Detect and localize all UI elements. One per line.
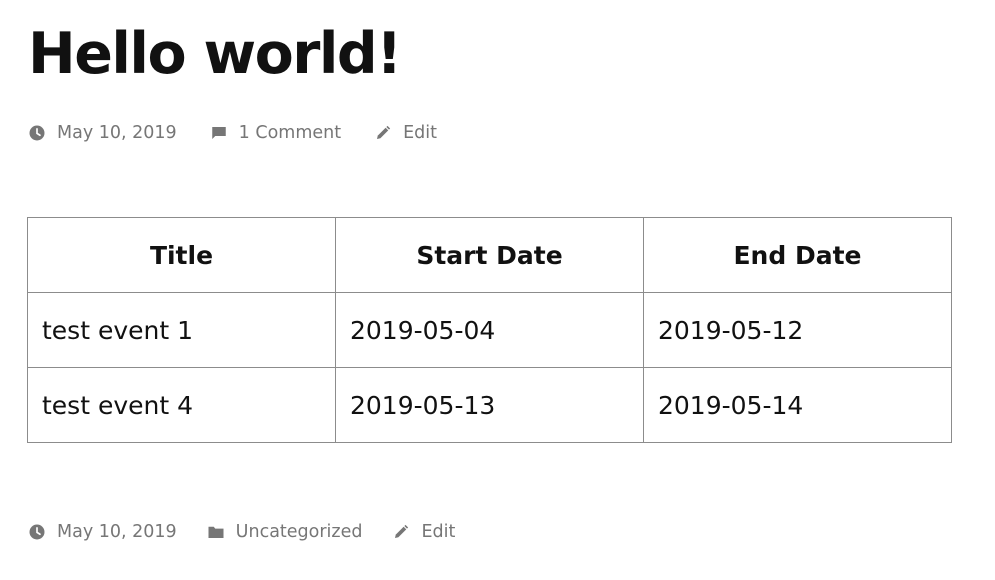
post-edit: Edit	[374, 123, 437, 143]
cell-end-date: 2019-05-14	[643, 367, 952, 443]
post-category: Uncategorized	[207, 522, 363, 542]
table-row: test event 1 2019-05-04 2019-05-12	[27, 292, 952, 368]
header-title: Title	[27, 217, 336, 293]
folder-icon	[207, 523, 225, 541]
cell-start-date: 2019-05-04	[335, 292, 644, 368]
post-edit: Edit	[392, 522, 455, 542]
comments-link[interactable]: 1 Comment	[239, 123, 341, 143]
cell-end-date: 2019-05-12	[643, 292, 952, 368]
edit-link[interactable]: Edit	[421, 522, 455, 542]
clock-icon	[28, 124, 46, 142]
cell-title: test event 1	[27, 292, 336, 368]
events-table: Title Start Date End Date test event 1 2…	[27, 217, 952, 443]
table-row: test event 4 2019-05-13 2019-05-14	[27, 367, 952, 443]
edit-link[interactable]: Edit	[403, 123, 437, 143]
cell-start-date: 2019-05-13	[335, 367, 644, 443]
post-comments: 1 Comment	[210, 123, 341, 143]
post-meta-top: May 10, 2019 1 Comment Edit	[28, 119, 437, 147]
header-end-date: End Date	[643, 217, 952, 293]
post-date: May 10, 2019	[28, 522, 177, 542]
post-date: May 10, 2019	[28, 123, 177, 143]
post-date-link[interactable]: May 10, 2019	[57, 123, 177, 143]
table-header-row: Title Start Date End Date	[27, 217, 952, 293]
pencil-icon	[392, 523, 410, 541]
clock-icon	[28, 523, 46, 541]
post-title[interactable]: Hello world!	[28, 18, 402, 90]
post-date-link[interactable]: May 10, 2019	[57, 522, 177, 542]
category-link[interactable]: Uncategorized	[236, 522, 363, 542]
comment-icon	[210, 124, 228, 142]
pencil-icon	[374, 124, 392, 142]
cell-title: test event 4	[27, 367, 336, 443]
post-meta-bottom: May 10, 2019 Uncategorized Edit	[28, 518, 455, 546]
header-start-date: Start Date	[335, 217, 644, 293]
